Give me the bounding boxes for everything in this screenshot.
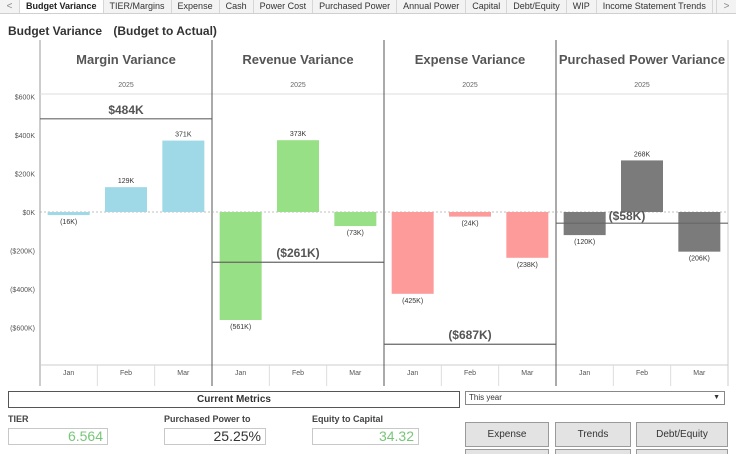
tab-list: Budget Variance TIER/Margins Expense Cash Po… xyxy=(20,0,716,13)
period-select-value: This year xyxy=(469,393,502,402)
y-tick-label: ($600K) xyxy=(10,326,35,333)
bar-feb xyxy=(449,212,491,217)
total-label: ($58K) xyxy=(609,209,646,223)
y-tick-label: ($200K) xyxy=(10,249,35,256)
y-tick-label: $600K xyxy=(15,95,36,102)
tab-annual-power[interactable]: Annual Power xyxy=(397,0,467,13)
panel-title: Expense Variance xyxy=(415,52,526,67)
panel-title: Revenue Variance xyxy=(242,52,353,67)
bar-value-label: (425K) xyxy=(402,298,423,305)
equity-to-capital-value: 34.32 xyxy=(312,428,419,445)
panel-year-label: 2025 xyxy=(634,82,650,89)
bar-value-label: (24K) xyxy=(461,221,478,228)
bar-feb xyxy=(105,187,147,212)
expense-button[interactable]: Expense xyxy=(465,422,549,447)
tab-cash[interactable]: Cash xyxy=(219,0,254,13)
bar-value-label: 129K xyxy=(118,178,135,185)
bar-value-label: (73K) xyxy=(347,230,364,237)
tab-wip[interactable]: WIP xyxy=(566,0,597,13)
tab-debt-equity[interactable]: Debt/Equity xyxy=(507,0,567,13)
dashboard-subtitle: (Budget to Actual) xyxy=(113,24,217,38)
dashboard-title-text: Budget Variance xyxy=(8,24,103,38)
panel-year-label: 2025 xyxy=(462,82,478,89)
next-row-button[interactable] xyxy=(555,449,631,454)
x-tick-label: Jan xyxy=(579,370,590,377)
tier-label: TIER xyxy=(8,414,29,424)
panel-year-label: 2025 xyxy=(118,82,134,89)
period-select[interactable]: This year ▼ xyxy=(465,391,725,405)
bar-value-label: (120K) xyxy=(574,239,595,246)
x-tick-label: Jan xyxy=(235,370,246,377)
chevron-down-icon: ▼ xyxy=(713,394,720,401)
bar-jan xyxy=(391,212,434,294)
bar-value-label: (206K) xyxy=(689,256,710,263)
dashboard-root: < Budget Variance TIER/Margins Expense Cash… xyxy=(0,0,736,454)
bar-mar xyxy=(334,212,377,227)
bar-feb xyxy=(277,140,319,212)
x-tick-label: Mar xyxy=(693,370,706,377)
bar-mar xyxy=(506,212,549,258)
bar-jan xyxy=(219,212,262,320)
panel-year-label: 2025 xyxy=(290,82,306,89)
dashboard-title: Budget Variance (Budget to Actual) xyxy=(8,24,217,38)
x-tick-label: Mar xyxy=(349,370,362,377)
bar-mar xyxy=(162,140,205,212)
bar-value-label: 268K xyxy=(634,151,651,158)
tab-capital[interactable]: Capital xyxy=(466,0,508,13)
total-label: ($261K) xyxy=(276,246,319,260)
y-tick-label: $200K xyxy=(15,172,36,179)
tab-scroll-left-icon[interactable]: < xyxy=(0,0,20,13)
bar-value-label: 371K xyxy=(175,132,192,139)
tab-scroll-right-icon[interactable]: > xyxy=(716,0,736,13)
tier-value: 6.564 xyxy=(8,428,108,445)
purchased-power-value: 25.25% xyxy=(164,428,266,445)
bar-value-label: (561K) xyxy=(230,324,251,331)
bar-feb xyxy=(621,160,663,212)
panel-title: Purchased Power Variance xyxy=(559,52,725,67)
bar-value-label: (238K) xyxy=(517,262,538,269)
next-row-button[interactable] xyxy=(636,449,728,454)
tab-purchased-power[interactable]: Purchased Power xyxy=(313,0,398,13)
x-tick-label: Mar xyxy=(177,370,190,377)
total-label: $484K xyxy=(108,103,144,117)
tab-power-cost[interactable]: Power Cost xyxy=(253,0,314,13)
tab-budget-variance[interactable]: Budget Variance xyxy=(20,0,104,13)
bar-mar xyxy=(678,212,721,252)
current-metrics-header: Current Metrics xyxy=(8,391,460,408)
total-label: ($687K) xyxy=(448,328,491,342)
y-tick-label: $0K xyxy=(23,210,36,217)
tab-strip: < Budget Variance TIER/Margins Expense Cash… xyxy=(0,0,736,14)
x-tick-label: Feb xyxy=(292,370,304,377)
bar-value-label: (16K) xyxy=(60,219,77,226)
x-tick-label: Feb xyxy=(464,370,476,377)
variance-chart: $600K $400K $200K $0K ($200K) ($400K) ($600K) M… xyxy=(10,40,729,386)
variance-chart-area: $600K $400K $200K $0K ($200K) ($400K) ($600K) M… xyxy=(0,40,736,386)
bar-value-label: 373K xyxy=(290,131,307,138)
y-tick-label: $400K xyxy=(15,133,36,140)
next-row-button[interactable] xyxy=(465,449,549,454)
x-tick-label: Jan xyxy=(63,370,74,377)
y-tick-label: ($400K) xyxy=(10,287,35,294)
bar-jan xyxy=(47,212,90,216)
tab-income-statement-trends[interactable]: Income Statement Trends xyxy=(596,0,713,13)
purchased-power-label: Purchased Power to xyxy=(164,414,251,424)
x-tick-label: Jan xyxy=(407,370,418,377)
x-tick-label: Feb xyxy=(120,370,132,377)
panel-title: Margin Variance xyxy=(76,52,176,67)
debt-equity-button[interactable]: Debt/Equity xyxy=(636,422,728,447)
x-tick-label: Feb xyxy=(636,370,648,377)
tab-expense[interactable]: Expense xyxy=(171,0,220,13)
trends-button[interactable]: Trends xyxy=(555,422,631,447)
x-tick-label: Mar xyxy=(521,370,534,377)
equity-to-capital-label: Equity to Capital xyxy=(312,414,384,424)
tab-tier-margins[interactable]: TIER/Margins xyxy=(103,0,172,13)
